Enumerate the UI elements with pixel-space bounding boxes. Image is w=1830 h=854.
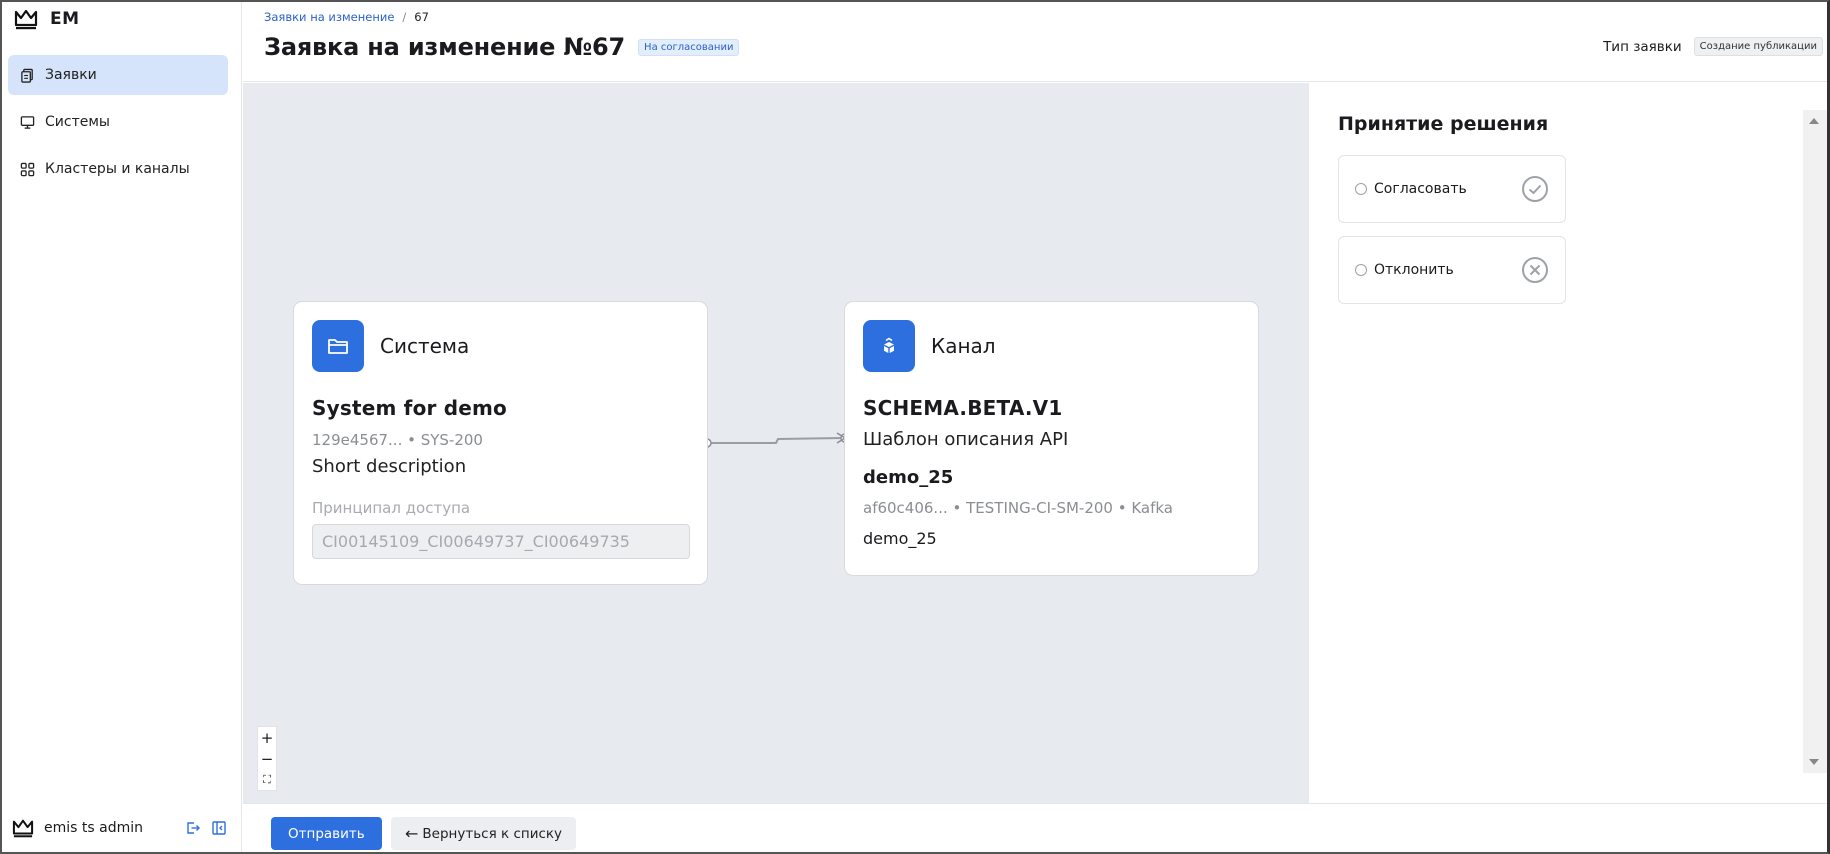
approve-option[interactable]: Согласовать xyxy=(1338,155,1566,223)
graph-canvas[interactable]: Система System for demo 129e4567... • SY… xyxy=(243,83,1309,803)
principal-field xyxy=(312,524,690,559)
user-name: emis ts admin xyxy=(44,820,143,836)
cube-icon xyxy=(863,320,915,372)
breadcrumb-current: 67 xyxy=(414,10,429,24)
system-node[interactable]: Система System for demo 129e4567... • SY… xyxy=(293,301,708,585)
channel-meta: af60c406... • TESTING-CI-SM-200 • Kafka xyxy=(863,499,1173,517)
crown-logo-icon xyxy=(14,9,38,30)
logo-text: EM xyxy=(50,9,80,29)
monitor-icon xyxy=(20,115,35,129)
request-type: Тип заявки Создание публикации xyxy=(1603,37,1823,56)
footer-actions: Отправить ← Вернуться к списку xyxy=(243,803,1827,854)
decision-title: Принятие решения xyxy=(1338,113,1549,135)
folder-icon xyxy=(312,320,364,372)
reject-radio[interactable] xyxy=(1355,264,1367,276)
reject-option[interactable]: Отклонить xyxy=(1338,236,1566,304)
channel-topic: demo_25 xyxy=(863,467,954,488)
title-row: Заявка на изменение №67 На согласовании xyxy=(264,33,740,61)
sidebar-item-requests[interactable]: Заявки xyxy=(8,55,228,95)
zoom-in-button[interactable]: + xyxy=(258,727,276,748)
zoom-out-button[interactable]: − xyxy=(258,748,276,769)
scroll-down-arrow[interactable] xyxy=(1809,759,1819,765)
sidebar-item-label: Системы xyxy=(45,114,110,130)
panel-scrollbar[interactable] xyxy=(1803,110,1827,773)
system-name: System for demo xyxy=(312,396,508,420)
back-to-list-label: Вернуться к списку xyxy=(422,825,563,842)
sidebar-item-systems[interactable]: Системы xyxy=(8,102,228,142)
channel-topic-plain: demo_25 xyxy=(863,529,937,548)
channel-name: SCHEMA.BETA.V1 xyxy=(863,396,1063,420)
zoom-controls: + − ⛶ xyxy=(257,726,277,791)
approve-radio[interactable] xyxy=(1355,183,1367,195)
documents-icon xyxy=(21,68,33,83)
sidebar-item-label: Кластеры и каналы xyxy=(45,161,190,177)
channel-node[interactable]: Канал SCHEMA.BETA.V1 Шаблон описания API… xyxy=(844,301,1259,576)
scroll-up-arrow[interactable] xyxy=(1809,118,1819,124)
collapse-sidebar-icon[interactable] xyxy=(211,820,227,836)
logo[interactable]: EM xyxy=(14,8,80,30)
crown-avatar-icon xyxy=(12,819,34,838)
sidebar-item-label: Заявки xyxy=(45,67,97,83)
sidebar-item-clusters[interactable]: Кластеры и каналы xyxy=(8,149,228,189)
sidebar-nav: Заявки Системы Кластеры и каналы xyxy=(8,55,228,196)
channel-node-kind: Канал xyxy=(931,334,996,358)
page-title: Заявка на изменение №67 xyxy=(264,33,626,61)
channel-node-header: Канал xyxy=(863,320,996,372)
breadcrumb-link-requests[interactable]: Заявки на изменение xyxy=(264,10,394,24)
back-to-list-button[interactable]: ← Вернуться к списку xyxy=(391,817,577,850)
fit-view-button[interactable]: ⛶ xyxy=(258,769,276,790)
system-node-header: Система xyxy=(312,320,469,372)
user-panel: emis ts admin xyxy=(12,814,227,842)
channel-description: Шаблон описания API xyxy=(863,429,1069,450)
system-meta: 129e4567... • SYS-200 xyxy=(312,431,483,449)
arrow-left-icon: ← xyxy=(405,824,419,843)
principal-label: Принципал доступа xyxy=(312,499,471,517)
status-badge: На согласовании xyxy=(638,38,740,56)
logout-icon[interactable] xyxy=(185,820,201,836)
decision-panel: Принятие решения Согласовать Отклонить xyxy=(1310,83,1827,803)
check-circle-icon xyxy=(1522,176,1548,202)
breadcrumb: Заявки на изменение / 67 xyxy=(264,10,429,24)
system-description: Short description xyxy=(312,456,467,477)
request-type-value: Создание публикации xyxy=(1693,37,1823,56)
system-node-kind: Система xyxy=(380,334,470,358)
page-header: Заявки на изменение / 67 Заявка на измен… xyxy=(243,0,1827,82)
sidebar: EM Заявки Системы Кластеры и каналы emis… xyxy=(0,0,242,854)
approve-label: Согласовать xyxy=(1374,181,1467,197)
reject-label: Отклонить xyxy=(1374,262,1454,278)
breadcrumb-separator: / xyxy=(402,10,407,24)
x-circle-icon xyxy=(1522,257,1548,283)
submit-button[interactable]: Отправить xyxy=(271,817,382,850)
grid-icon xyxy=(20,162,35,176)
request-type-label: Тип заявки xyxy=(1603,38,1682,55)
